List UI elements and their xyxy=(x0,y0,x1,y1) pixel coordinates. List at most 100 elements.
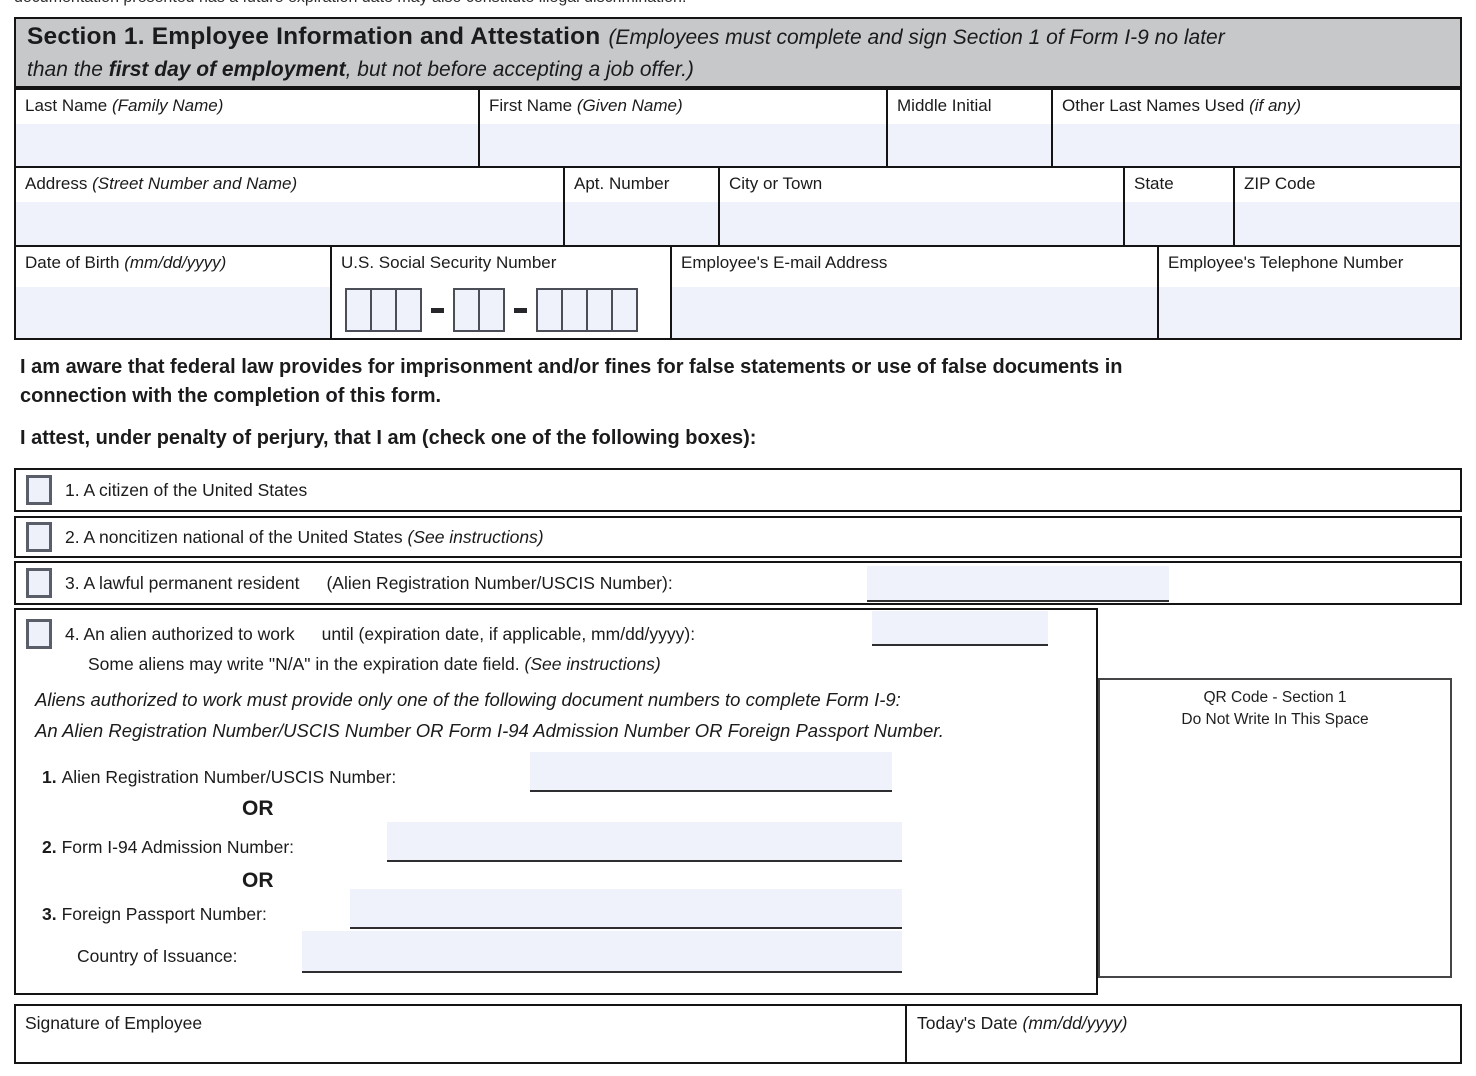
noncitizen-national-label: 2. A noncitizen national of the United S… xyxy=(65,527,544,548)
citizen-label: 1. A citizen of the United States xyxy=(65,480,307,501)
alien-registration-number-label: 1.Alien Registration Number/USCIS Number… xyxy=(42,767,396,788)
email-label: Employee's E-mail Address xyxy=(672,247,1157,287)
ssn-digit-box[interactable] xyxy=(478,288,505,332)
apt-number-label: Apt. Number xyxy=(565,168,718,202)
address-cell: Address (Street Number and Name) xyxy=(16,168,565,245)
todays-date-label: Today's Date (mm/dd/yyyy) xyxy=(917,1013,1128,1033)
ssn-group-area xyxy=(345,288,422,332)
i94-admission-number-label: 2.Form I-94 Admission Number: xyxy=(42,837,294,858)
qr-code-line1: QR Code - Section 1 xyxy=(1100,687,1450,709)
federal-law-warning: I am aware that federal law provides for… xyxy=(20,353,1440,411)
table-row-address: Address (Street Number and Name) Apt. Nu… xyxy=(16,168,1460,247)
qr-code-line2: Do Not Write In This Space xyxy=(1100,709,1450,731)
na-expiration-note: Some aliens may write "N/A" in the expir… xyxy=(88,654,661,675)
ssn-digit-box[interactable] xyxy=(453,288,480,332)
section1-title: Section 1. Employee Information and Atte… xyxy=(27,23,600,50)
section1-note-line1: (Employees must complete and sign Sectio… xyxy=(608,26,1224,49)
ssn-group-serial xyxy=(536,288,638,332)
zip-cell: ZIP Code xyxy=(1235,168,1460,245)
ssn-digit-box[interactable] xyxy=(536,288,563,332)
dob-input[interactable] xyxy=(16,287,330,338)
ssn-digit-box[interactable] xyxy=(370,288,397,332)
last-name-cell: Last Name (Family Name) xyxy=(16,90,480,166)
first-name-label: First Name (Given Name) xyxy=(480,90,886,124)
employee-info-table: Last Name (Family Name) First Name (Give… xyxy=(14,88,1462,340)
table-row-names: Last Name (Family Name) First Name (Give… xyxy=(16,90,1460,168)
apt-number-input[interactable] xyxy=(565,202,718,245)
city-cell: City or Town xyxy=(720,168,1125,245)
ssn-dash xyxy=(431,308,444,313)
foreign-passport-number-label: 3.Foreign Passport Number: xyxy=(42,904,267,925)
ssn-digit-box[interactable] xyxy=(345,288,372,332)
ssn-digit-box[interactable] xyxy=(395,288,422,332)
city-label: City or Town xyxy=(720,168,1123,202)
option-alien-authorized-box: 4. An alien authorized to work until (ex… xyxy=(14,608,1098,995)
signature-label: Signature of Employee xyxy=(25,1013,202,1033)
middle-initial-label: Middle Initial xyxy=(888,90,1051,124)
state-label: State xyxy=(1125,168,1233,202)
todays-date-input[interactable]: Today's Date (mm/dd/yyyy) xyxy=(907,1006,1460,1062)
table-row-contact: Date of Birth (mm/dd/yyyy) U.S. Social S… xyxy=(16,247,1460,338)
address-input[interactable] xyxy=(16,202,563,245)
email-input[interactable] xyxy=(672,287,1157,338)
alien-authorized-checkbox[interactable] xyxy=(26,619,52,649)
phone-cell: Employee's Telephone Number xyxy=(1159,247,1460,338)
zip-label: ZIP Code xyxy=(1235,168,1460,202)
last-name-label: Last Name (Family Name) xyxy=(16,90,478,124)
lpr-checkbox[interactable] xyxy=(26,568,52,598)
aliens-document-note: Aliens authorized to work must provide o… xyxy=(35,684,944,746)
lpr-label: 3. A lawful permanent resident xyxy=(65,573,299,594)
country-of-issuance-label: Country of Issuance: xyxy=(77,946,238,967)
middle-initial-cell: Middle Initial xyxy=(888,90,1053,166)
work-until-label: until (expiration date, if applicable, m… xyxy=(322,624,696,645)
alien-authorized-row: 4. An alien authorized to work until (ex… xyxy=(26,619,695,649)
first-name-input[interactable] xyxy=(480,124,886,166)
ssn-digit-box[interactable] xyxy=(561,288,588,332)
email-cell: Employee's E-mail Address xyxy=(672,247,1159,338)
ssn-dash xyxy=(514,308,527,313)
foreign-passport-number-input[interactable] xyxy=(350,889,902,929)
alien-registration-number-input[interactable] xyxy=(530,752,892,792)
other-last-names-label: Other Last Names Used (if any) xyxy=(1053,90,1460,124)
lpr-alien-number-label: (Alien Registration Number/USCIS Number)… xyxy=(326,573,672,594)
qr-code-box: QR Code - Section 1 Do Not Write In This… xyxy=(1098,678,1452,978)
form-i9-section1-page: documentation presented has a future exp… xyxy=(0,0,1476,1076)
section1-note-line2: than the first day of employment, but no… xyxy=(27,58,694,81)
phone-label: Employee's Telephone Number xyxy=(1159,247,1460,287)
ssn-digit-box[interactable] xyxy=(586,288,613,332)
city-input[interactable] xyxy=(720,202,1123,245)
ssn-boxes xyxy=(332,285,670,338)
other-last-names-cell: Other Last Names Used (if any) xyxy=(1053,90,1460,166)
work-expiration-date-input[interactable] xyxy=(872,611,1048,646)
middle-initial-input[interactable] xyxy=(888,124,1051,166)
option-citizen-row: 1. A citizen of the United States xyxy=(14,468,1462,512)
zip-input[interactable] xyxy=(1235,202,1460,245)
dob-label: Date of Birth (mm/dd/yyyy) xyxy=(16,247,330,287)
or-separator-2: OR xyxy=(242,869,274,893)
last-name-input[interactable] xyxy=(16,124,478,166)
country-of-issuance-input[interactable] xyxy=(302,931,902,973)
signature-input[interactable]: Signature of Employee xyxy=(16,1006,907,1062)
ssn-cell: U.S. Social Security Number xyxy=(332,247,672,338)
state-input[interactable] xyxy=(1125,202,1233,245)
citizen-checkbox[interactable] xyxy=(26,475,52,505)
attest-instruction: I attest, under penalty of perjury, that… xyxy=(20,424,1440,453)
noncitizen-national-checkbox[interactable] xyxy=(26,522,52,552)
signature-row: Signature of Employee Today's Date (mm/d… xyxy=(14,1004,1462,1064)
clipped-instruction-text: documentation presented has a future exp… xyxy=(14,0,1114,11)
apt-number-cell: Apt. Number xyxy=(565,168,720,245)
state-cell: State xyxy=(1125,168,1235,245)
option-noncitizen-national-row: 2. A noncitizen national of the United S… xyxy=(14,516,1462,558)
alien-authorized-label: 4. An alien authorized to work xyxy=(65,624,295,645)
ssn-digit-box[interactable] xyxy=(611,288,638,332)
ssn-group-group xyxy=(453,288,505,332)
address-label: Address (Street Number and Name) xyxy=(16,168,563,202)
first-name-cell: First Name (Given Name) xyxy=(480,90,888,166)
lpr-alien-number-input[interactable] xyxy=(867,566,1169,602)
other-last-names-input[interactable] xyxy=(1053,124,1460,166)
i94-admission-number-input[interactable] xyxy=(387,822,902,862)
ssn-label: U.S. Social Security Number xyxy=(332,247,670,285)
phone-input[interactable] xyxy=(1159,287,1460,338)
section1-header: Section 1. Employee Information and Atte… xyxy=(14,17,1462,88)
option-lawful-permanent-resident-row: 3. A lawful permanent resident (Alien Re… xyxy=(14,561,1462,605)
